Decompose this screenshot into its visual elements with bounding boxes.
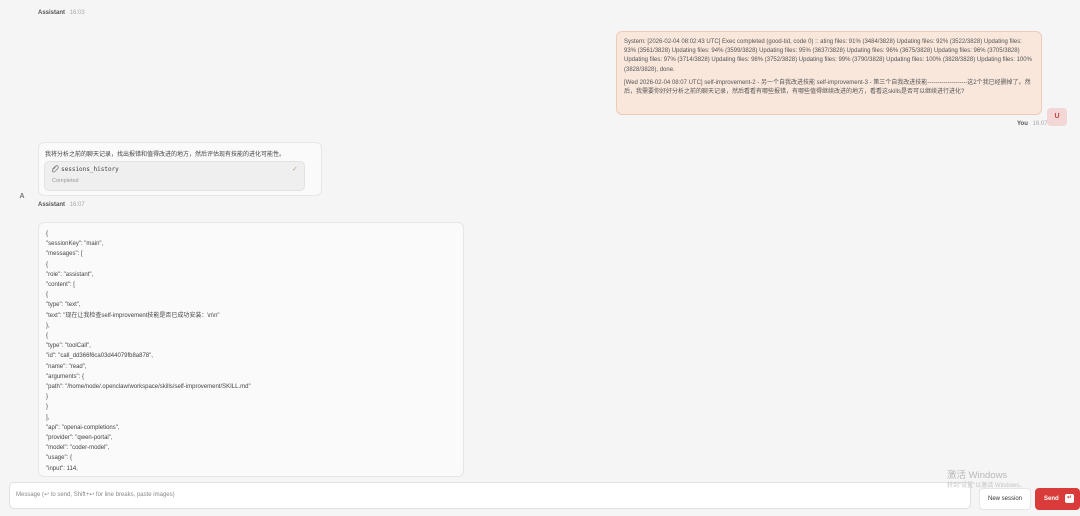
code-line: "provider": "qwen-portal", [46, 435, 113, 442]
tool-status: Completed [52, 178, 79, 184]
code-line: { [46, 261, 49, 268]
check-icon: ✓ [292, 166, 298, 173]
tool-name: sessions_history [61, 166, 119, 173]
send-button-label: Send [1044, 496, 1059, 502]
code-line: "input": 114, [46, 465, 78, 472]
code-line: "output": 48, [46, 474, 251, 477]
top-message-meta: Assistant 16:03 [38, 10, 85, 16]
code-line: "path": "/home/node/.openclaw/workspace/… [46, 384, 251, 391]
activation-watermark-subtitle: 转到"设置"以激活 Windows。 [947, 483, 1026, 489]
code-line: } [46, 404, 49, 411]
code-line: "api": "openai-completions", [46, 424, 120, 431]
tool-output-lines: { "sessionKey": "main", "messages": [ { "rol… [46, 229, 251, 477]
tool-output-bubble: { "sessionKey": "main", "messages": [ { "rol… [38, 222, 464, 477]
code-line: "arguments": { [46, 373, 84, 380]
assistant-avatar: A [19, 193, 25, 200]
send-button[interactable]: Send ↵ [1035, 488, 1080, 510]
activation-watermark-title: 激活 Windows [947, 470, 1008, 481]
code-line: "id": "call_dd366f6ca03d44079fb8a878", [46, 353, 153, 360]
code-line: "sessionKey": "main", [46, 241, 104, 248]
code-line: "name": "read", [46, 363, 87, 370]
sender-name: Assistant [38, 10, 66, 16]
tool-icon [51, 165, 59, 173]
sender-name: You [1017, 121, 1028, 127]
message-input[interactable] [16, 485, 956, 504]
code-line: { [46, 231, 49, 237]
code-line: } [46, 394, 49, 401]
sender-name: Assistant [38, 202, 66, 208]
code-line: "text": "现在让我检查self-improvement技能是否已成功安装… [46, 312, 220, 319]
user-message-paragraph: System: [2026-02-04 08:02:43 UTC] Exec c… [624, 39, 1032, 73]
code-line: { [46, 333, 49, 340]
code-line: "role": "assistant", [46, 271, 94, 278]
assistant-message-meta: Assistant 16:07 [38, 202, 85, 208]
message-time: 16:03 [69, 10, 85, 16]
user-message-bubble: System: [2026-02-04 08:02:43 UTC] Exec c… [616, 31, 1042, 115]
code-line: "usage": { [46, 455, 72, 462]
user-message-meta: You 16:07 [1017, 121, 1048, 127]
code-line: { [46, 292, 49, 299]
user-message-paragraph: [Wed 2026-02-04 08:07 UTC] self-improvem… [624, 79, 1031, 96]
code-line: "model": "coder-model", [46, 445, 110, 452]
code-line: "type": "text", [46, 302, 81, 309]
code-line: ], [46, 414, 50, 421]
code-line: "messages": [ [46, 251, 83, 258]
code-line: "content": [ [46, 282, 75, 289]
message-composer[interactable] [9, 482, 971, 509]
new-session-button[interactable]: New session [979, 488, 1031, 510]
message-time: 16:07 [1032, 121, 1048, 127]
send-icon: ↵ [1065, 494, 1074, 503]
user-avatar: U [1047, 108, 1067, 126]
code-line: }, [46, 322, 50, 329]
code-line: "type": "toolCall", [46, 343, 91, 350]
assistant-message-text: 我将分析之前的聊天记录，找出报错和值得改进的地方，然后评估现有技能的进化可能性。 [45, 152, 286, 158]
message-time: 16:07 [69, 202, 85, 208]
